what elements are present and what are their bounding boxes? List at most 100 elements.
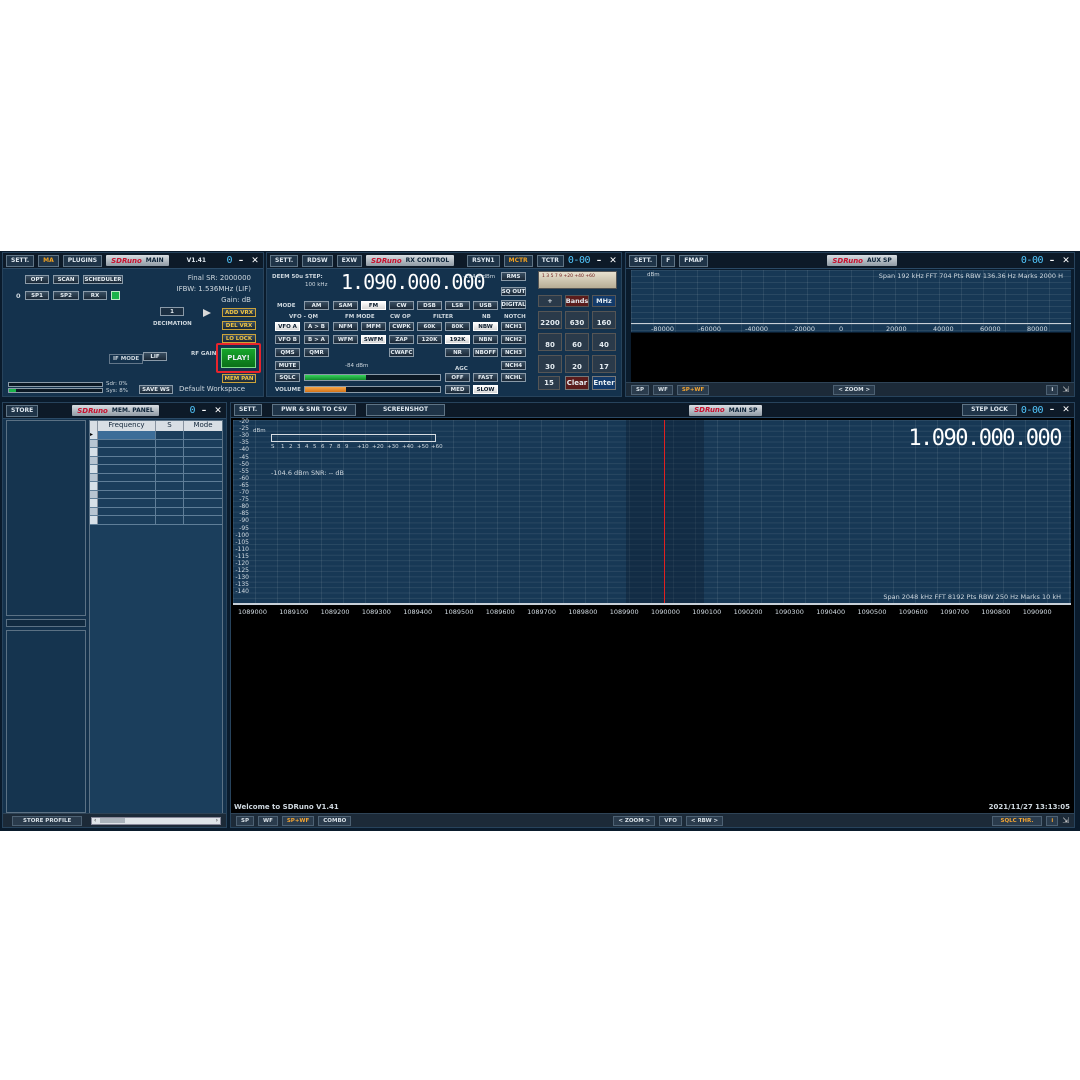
cell-mode[interactable] xyxy=(184,499,222,507)
nbw-button[interactable]: NBW xyxy=(473,322,498,331)
table-row[interactable] xyxy=(90,448,222,457)
table-row[interactable] xyxy=(90,465,222,474)
main-spwf-button[interactable]: SP+WF xyxy=(281,815,315,826)
row-selector[interactable] xyxy=(90,507,98,515)
a-to-b-button[interactable]: A > B xyxy=(304,322,329,331)
main-frequency-display[interactable]: 1.090.000.000 xyxy=(908,426,1062,451)
clear-button[interactable]: Clear xyxy=(565,376,589,390)
keypad-40-button[interactable]: 40 xyxy=(592,333,616,351)
nch3-button[interactable]: NCH3 xyxy=(501,348,526,357)
save-ws-button[interactable]: SAVE WS xyxy=(139,385,173,394)
cell-frequency[interactable] xyxy=(98,431,156,439)
sq-out-button[interactable]: SQ OUT xyxy=(501,287,526,296)
main-spectrum[interactable]: -20 -25 -30 -35 -40 -45 -50 -55 -60 -65 -70 -75 -80-… xyxy=(233,418,1071,603)
filter-192k-button[interactable]: 192K xyxy=(445,335,470,344)
profile-list-bottom[interactable] xyxy=(6,630,86,813)
table-row[interactable] xyxy=(90,499,222,508)
cell-s[interactable] xyxy=(156,456,184,464)
cell-s[interactable] xyxy=(156,499,184,507)
rx-minimize-icon[interactable]: – xyxy=(594,256,604,266)
plugins-button[interactable]: PLUGINS xyxy=(62,254,103,267)
wfm-button[interactable]: WFM xyxy=(333,335,358,344)
digital-button[interactable]: DIGITAL xyxy=(501,300,526,309)
cell-mode[interactable] xyxy=(184,465,222,473)
cell-frequency[interactable] xyxy=(98,448,156,456)
cell-s[interactable] xyxy=(156,507,184,515)
mode-lsb-button[interactable]: LSB xyxy=(445,301,470,310)
rf-gain-slider-icon[interactable] xyxy=(203,309,211,317)
rx-close-icon[interactable]: ✕ xyxy=(608,256,618,266)
qmr-button[interactable]: QMR xyxy=(304,348,329,357)
cell-frequency[interactable] xyxy=(98,439,156,447)
nch2-button[interactable]: NCH2 xyxy=(501,335,526,344)
main-info-button[interactable]: i xyxy=(1046,815,1059,826)
cell-s[interactable] xyxy=(156,490,184,498)
main-zoom-control[interactable]: < ZOOM > xyxy=(613,815,656,826)
nbn-button[interactable]: NBN xyxy=(473,335,498,344)
tctr-button[interactable]: TCTR xyxy=(536,254,564,267)
keypad-bands-button[interactable]: Bands xyxy=(565,295,589,307)
table-row[interactable] xyxy=(90,473,222,482)
close-icon[interactable]: ✕ xyxy=(250,256,260,266)
main-sp-minimize-icon[interactable]: – xyxy=(1047,405,1057,415)
mode-cw-button[interactable]: CW xyxy=(389,301,414,310)
row-selector[interactable] xyxy=(90,456,98,464)
aux-spectrum[interactable]: dBm Span 192 kHz FFT 704 Pts RBW 136.36 … xyxy=(631,270,1071,333)
row-selector[interactable] xyxy=(90,516,98,524)
del-vrx-button[interactable]: DEL VRX xyxy=(222,321,256,330)
mem-pan-button[interactable]: MEM PAN xyxy=(222,374,256,383)
keypad-160-button[interactable]: 160 xyxy=(592,311,616,329)
b-to-a-button[interactable]: B > A xyxy=(304,335,329,344)
cell-frequency[interactable] xyxy=(98,465,156,473)
cell-s[interactable] xyxy=(156,473,184,481)
row-selector[interactable] xyxy=(90,482,98,490)
agc-med-button[interactable]: MED xyxy=(445,385,470,394)
table-row[interactable]: ▸ xyxy=(90,431,222,440)
nch4-button[interactable]: NCH4 xyxy=(501,361,526,370)
filter-80k-button[interactable]: 80K xyxy=(445,322,470,331)
row-selector[interactable] xyxy=(90,465,98,473)
main-vfo-button[interactable]: VFO xyxy=(659,815,682,826)
sp1-button[interactable]: SP1 xyxy=(25,291,49,300)
minimize-icon[interactable]: – xyxy=(236,256,246,266)
nr-button[interactable]: NR xyxy=(445,348,470,357)
step-lock-button[interactable]: STEP LOCK xyxy=(962,404,1017,416)
column-s[interactable]: S xyxy=(156,421,184,431)
main-combo-button[interactable]: COMBO xyxy=(318,815,352,826)
mode-sam-button[interactable]: SAM xyxy=(333,301,358,310)
rdsw-button[interactable]: RDSW xyxy=(302,254,333,267)
nboff-button[interactable]: NBOFF xyxy=(473,348,498,357)
keypad-plus-button[interactable]: + xyxy=(538,295,562,307)
aux-spwf-button[interactable]: SP+WF xyxy=(676,384,710,395)
agc-off-button[interactable]: OFF xyxy=(445,373,470,382)
cell-s[interactable] xyxy=(156,465,184,473)
row-selector[interactable]: ▸ xyxy=(90,431,98,439)
cell-mode[interactable] xyxy=(184,448,222,456)
main-sp-sett-button[interactable]: SETT. xyxy=(234,404,263,416)
cell-mode[interactable] xyxy=(184,474,222,482)
row-selector[interactable] xyxy=(90,448,98,456)
cwafc-button[interactable]: CWAFC xyxy=(389,348,414,357)
enter-button[interactable]: Enter xyxy=(592,376,616,390)
mem-scrollbar[interactable]: ‹ › xyxy=(91,816,221,825)
cell-mode[interactable] xyxy=(184,440,222,448)
sqlc-button[interactable]: SQLC xyxy=(275,373,300,382)
table-row[interactable] xyxy=(90,507,222,516)
zap-button[interactable]: ZAP xyxy=(389,335,414,344)
aux-minimize-icon[interactable]: – xyxy=(1047,256,1057,266)
screenshot-button[interactable]: SCREENSHOT xyxy=(365,404,446,416)
table-row[interactable] xyxy=(90,439,222,448)
opt-button[interactable]: OPT xyxy=(25,275,49,284)
vfo-a-button[interactable]: VFO A xyxy=(275,322,300,331)
add-vrx-button[interactable]: ADD VRX xyxy=(222,308,256,317)
mctr-button[interactable]: MCTR xyxy=(503,254,533,267)
main-waterfall[interactable] xyxy=(233,621,1071,801)
aux-zoom-control[interactable]: < ZOOM > xyxy=(833,384,876,395)
profile-list-top[interactable] xyxy=(6,420,86,616)
main-sp-button[interactable]: SP xyxy=(236,815,254,826)
main-rbw-control[interactable]: < RBW > xyxy=(685,815,724,826)
cell-s[interactable] xyxy=(156,431,184,439)
keypad-17-button[interactable]: 17 xyxy=(592,355,616,373)
cell-frequency[interactable] xyxy=(98,482,156,490)
mode-am-button[interactable]: AM xyxy=(304,301,329,310)
